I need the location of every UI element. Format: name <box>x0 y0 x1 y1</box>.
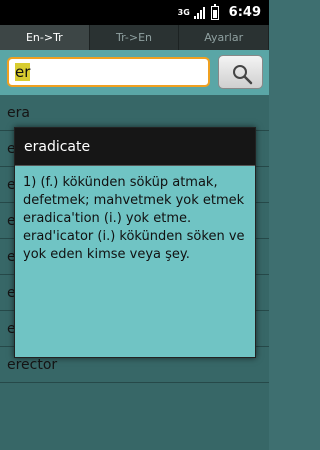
status-bar: 3G 6:49 <box>0 0 269 25</box>
tab-en-tr[interactable]: En->Tr <box>0 25 90 50</box>
battery-icon <box>210 3 219 20</box>
tab-bar: En->Tr Tr->En Ayarlar <box>0 25 270 50</box>
search-input-value: er <box>15 63 31 81</box>
search-input[interactable]: er <box>7 57 210 87</box>
network-3g-icon: 3G <box>177 7 190 17</box>
search-icon <box>233 65 253 85</box>
signal-icon <box>193 6 205 19</box>
search-row: er <box>0 50 269 95</box>
search-button[interactable] <box>218 55 263 89</box>
tab-tr-en[interactable]: Tr->En <box>90 25 180 50</box>
clock: 6:49 <box>228 5 261 20</box>
definition-dialog: eradicate 1) (f.) kökünden söküp atmak, … <box>14 127 256 358</box>
dialog-definition: 1) (f.) kökünden söküp atmak, defetmek; … <box>23 175 245 262</box>
dialog-title: eradicate <box>15 128 255 166</box>
tab-settings[interactable]: Ayarlar <box>179 25 270 50</box>
